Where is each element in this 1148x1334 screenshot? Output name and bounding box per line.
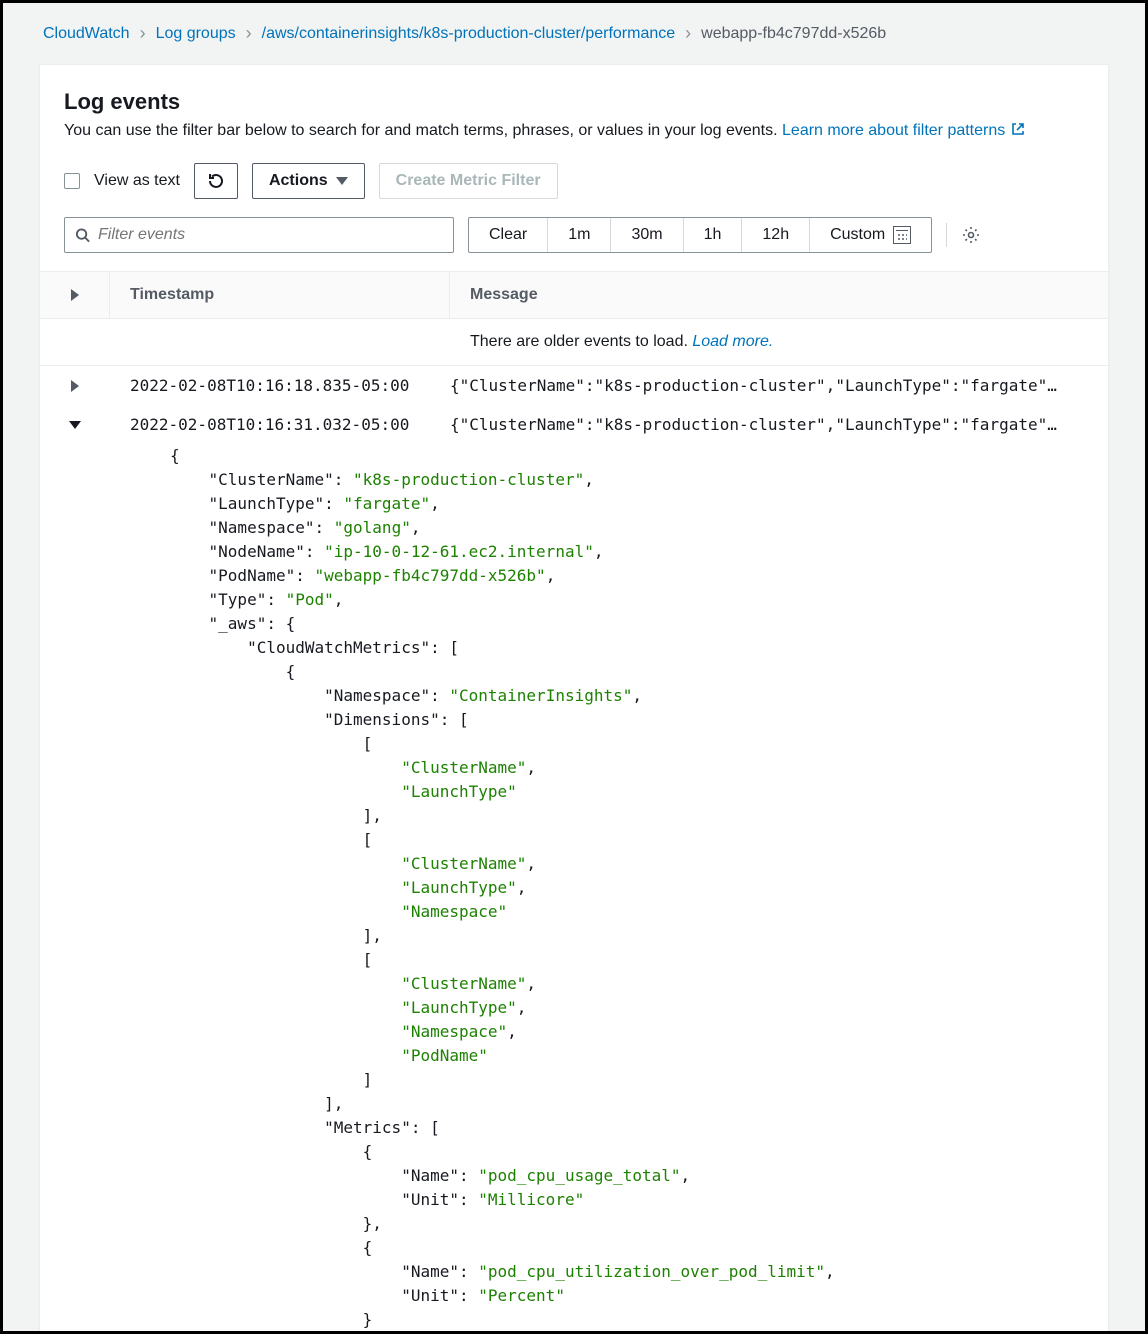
settings-button[interactable]: [961, 225, 981, 245]
breadcrumb-cloudwatch[interactable]: CloudWatch: [43, 25, 130, 43]
caret-down-icon: [336, 177, 348, 185]
actions-button[interactable]: Actions: [252, 163, 365, 199]
log-events-panel: Log events You can use the filter bar be…: [39, 64, 1109, 1334]
breadcrumb-log-groups[interactable]: Log groups: [156, 25, 236, 43]
page-description: You can use the filter bar below to sear…: [64, 119, 1084, 143]
view-as-text-checkbox[interactable]: [64, 173, 80, 189]
log-timestamp: 2022-02-08T10:16:18.835-05:00: [110, 372, 450, 399]
filter-events-input[interactable]: [98, 226, 443, 244]
filter-events-search[interactable]: [64, 217, 454, 253]
load-more-link[interactable]: Load more.: [692, 333, 773, 350]
calendar-icon: [893, 226, 911, 244]
chevron-right-icon: ›: [246, 23, 252, 44]
collapse-row-toggle[interactable]: [69, 421, 81, 429]
expand-all-toggle[interactable]: [71, 289, 79, 301]
chevron-right-icon: ›: [140, 23, 146, 44]
expand-row-toggle[interactable]: [71, 380, 79, 392]
time-range-custom[interactable]: Custom: [810, 218, 931, 252]
log-timestamp: 2022-02-08T10:16:31.032-05:00: [110, 411, 450, 438]
time-range-1h[interactable]: 1h: [684, 218, 743, 252]
external-link-icon: [1010, 121, 1026, 137]
expanded-json: { "ClusterName": "k8s-production-cluster…: [40, 444, 1108, 1334]
time-range-clear[interactable]: Clear: [469, 218, 548, 252]
refresh-icon: [207, 172, 225, 190]
view-as-text-label: View as text: [94, 172, 180, 190]
time-range-30m[interactable]: 30m: [611, 218, 683, 252]
table-header: Timestamp Message: [40, 271, 1108, 319]
log-message: {"ClusterName":"k8s-production-cluster",…: [450, 372, 1108, 399]
search-icon: [75, 227, 90, 243]
page-title: Log events: [64, 89, 1084, 115]
older-events-text: There are older events to load.: [470, 333, 692, 350]
log-row: 2022-02-08T10:16:18.835-05:00 {"ClusterN…: [40, 366, 1108, 405]
refresh-button[interactable]: [194, 163, 238, 199]
chevron-right-icon: ›: [685, 23, 691, 44]
column-header-timestamp: Timestamp: [110, 272, 450, 318]
breadcrumb-log-group-path[interactable]: /aws/containerinsights/k8s-production-cl…: [262, 25, 676, 43]
time-range-1m[interactable]: 1m: [548, 218, 611, 252]
breadcrumb-current: webapp-fb4c797dd-x526b: [701, 25, 886, 43]
create-metric-filter-button[interactable]: Create Metric Filter: [379, 163, 558, 199]
log-message: {"ClusterName":"k8s-production-cluster",…: [450, 411, 1108, 438]
divider: [946, 223, 947, 247]
time-range-12h[interactable]: 12h: [742, 218, 810, 252]
breadcrumb: CloudWatch › Log groups › /aws/container…: [3, 23, 1145, 64]
learn-more-link[interactable]: Learn more about filter patterns: [782, 122, 1026, 139]
time-range-group: Clear 1m 30m 1h 12h Custom: [468, 217, 932, 253]
older-events-row: There are older events to load. Load mor…: [40, 319, 1108, 366]
column-header-message: Message: [450, 272, 1108, 318]
log-row: 2022-02-08T10:16:31.032-05:00 {"ClusterN…: [40, 405, 1108, 444]
